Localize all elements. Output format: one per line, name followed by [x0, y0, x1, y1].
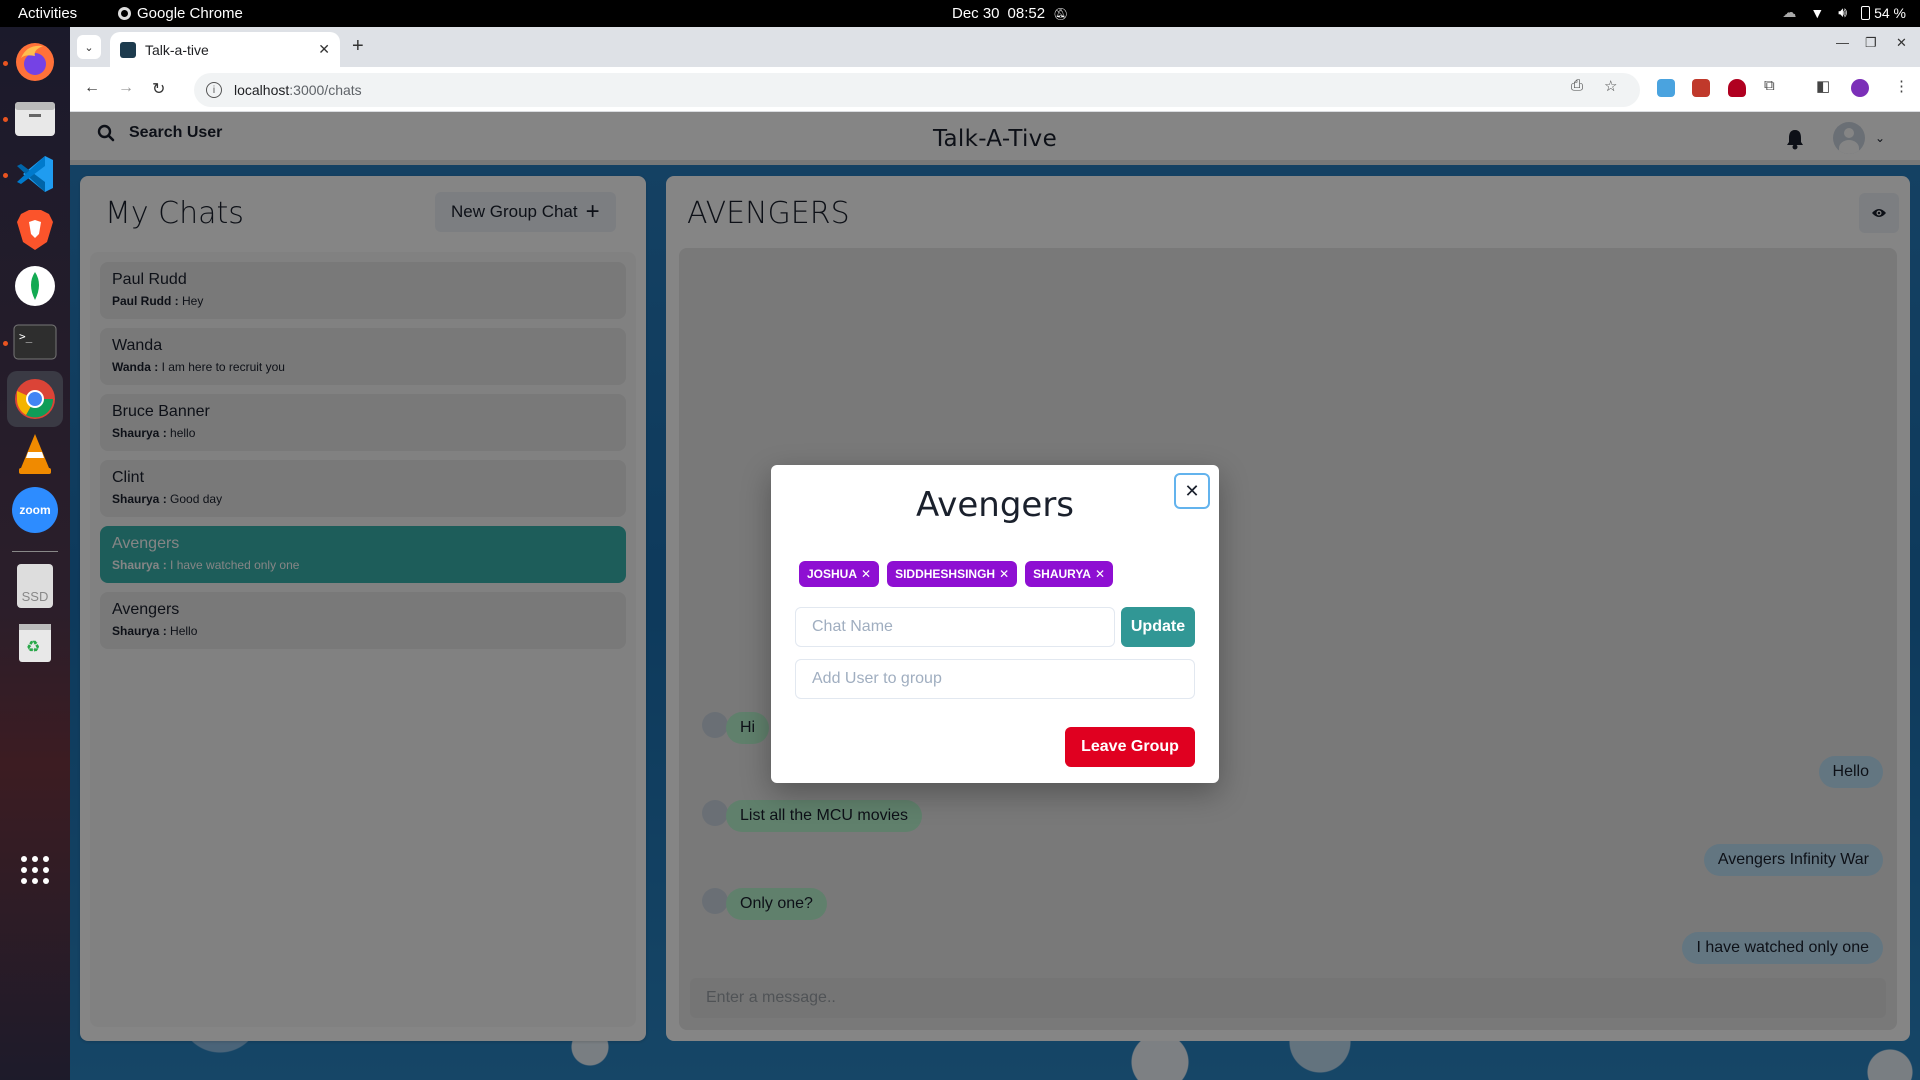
chrome-menu-icon[interactable]: ⋮: [1894, 77, 1909, 95]
forward-button[interactable]: →: [118, 79, 134, 97]
tab-title: Talk-a-tive: [145, 41, 209, 58]
update-button[interactable]: Update: [1121, 607, 1195, 647]
notifications-muted-icon: 🔕︎: [1053, 6, 1069, 21]
extension-2-icon[interactable]: [1692, 79, 1710, 97]
app-menu-label: Google Chrome: [137, 5, 243, 22]
zoom-icon[interactable]: zoom: [10, 485, 60, 535]
app-menu[interactable]: Google Chrome: [118, 5, 243, 22]
files-icon[interactable]: [10, 93, 60, 143]
chrome-icon[interactable]: [7, 371, 63, 427]
add-user-input[interactable]: [795, 659, 1195, 699]
vscode-icon[interactable]: [10, 149, 60, 199]
minimize-button[interactable]: —: [1836, 35, 1849, 50]
cloud-icon: ☁︎: [1782, 4, 1797, 20]
group-settings-modal: Avengers ✕ JOSHUA ✕ SIDDHESHSINGH ✕ SHAU…: [771, 465, 1219, 783]
clock[interactable]: Dec 30 08:52 🔕︎: [952, 5, 1068, 22]
bookmark-star-icon[interactable]: ☆: [1604, 77, 1617, 95]
member-badge: SIDDHESHSINGH ✕: [887, 561, 1018, 587]
battery-icon: [1861, 5, 1871, 20]
close-tab-icon[interactable]: ✕: [318, 41, 330, 58]
chevron-down-icon: ⌄: [84, 41, 94, 54]
close-icon: ✕: [1184, 480, 1200, 501]
running-indicator: [3, 173, 8, 178]
dock-separator: [12, 551, 58, 552]
ssd-drive-icon[interactable]: SSD: [10, 561, 60, 611]
wifi-icon: ▼: [1810, 4, 1825, 21]
zoom-label: zoom: [12, 487, 58, 533]
url-host: localhost: [234, 82, 290, 98]
modal-title: Avengers: [915, 485, 1075, 525]
volume-icon: 🔊︎: [1838, 4, 1848, 20]
battery-percent: 54 %: [1874, 4, 1906, 21]
member-badges: JOSHUA ✕ SIDDHESHSINGH ✕ SHAURYA ✕: [799, 561, 1114, 587]
web-page: Search User Talk-A-Tive ⌄ My Chats New G…: [70, 112, 1920, 1080]
member-name: SIDDHESHSINGH: [895, 567, 996, 581]
member-badge: SHAURYA ✕: [1025, 561, 1114, 587]
remove-member-icon[interactable]: ✕: [999, 567, 1009, 581]
browser-tab[interactable]: Talk-a-tive ✕: [110, 32, 340, 67]
favicon-icon: [120, 41, 136, 58]
battery-indicator: 54 %: [1861, 5, 1906, 21]
activities-button[interactable]: Activities: [18, 5, 77, 22]
side-panel-icon[interactable]: ◧: [1816, 77, 1830, 95]
remove-member-icon[interactable]: ✕: [861, 567, 871, 581]
clock-date: Dec 30: [952, 5, 1000, 22]
extension-1-icon[interactable]: [1657, 79, 1675, 97]
system-tray[interactable]: ☁︎ ▼ 🔊︎ 54 %: [1782, 4, 1906, 21]
tab-strip: ⌄ Talk-a-tive ✕ + — ❐ ✕: [70, 27, 1920, 67]
back-button[interactable]: ←: [84, 79, 100, 97]
running-indicator: [3, 117, 8, 122]
close-modal-button[interactable]: ✕: [1174, 473, 1210, 509]
firefox-icon[interactable]: [10, 37, 60, 87]
running-indicator: [3, 341, 8, 346]
profile-avatar-icon[interactable]: [1851, 79, 1869, 97]
running-indicator: [3, 61, 8, 66]
new-tab-button[interactable]: +: [352, 35, 364, 58]
member-name: SHAURYA: [1033, 567, 1091, 581]
chrome-small-icon: [118, 7, 131, 20]
member-name: JOSHUA: [807, 567, 858, 581]
leave-group-button[interactable]: Leave Group: [1065, 727, 1195, 767]
remove-member-icon[interactable]: ✕: [1095, 567, 1105, 581]
vlc-icon[interactable]: [10, 429, 60, 479]
browser-toolbar: ← → ↻ i localhost:3000/chats ⎙ ☆ ⧉ ◧ ⋮: [70, 67, 1920, 112]
maximize-button[interactable]: ❐: [1865, 35, 1877, 51]
ssd-label: SSD: [17, 564, 53, 608]
close-window-button[interactable]: ✕: [1896, 35, 1907, 51]
show-apps-grid-icon[interactable]: [10, 845, 60, 895]
svg-text:♻: ♻: [26, 639, 40, 656]
site-info-icon[interactable]: i: [206, 82, 222, 98]
system-top-bar: Activities Google Chrome Dec 30 08:52 🔕︎…: [0, 0, 1920, 27]
terminal-icon[interactable]: >_: [10, 317, 60, 367]
extension-shield-icon[interactable]: [1728, 79, 1746, 97]
brave-icon[interactable]: [10, 205, 60, 255]
mongodb-compass-icon[interactable]: [10, 261, 60, 311]
install-app-icon[interactable]: ⎙: [1571, 77, 1583, 94]
svg-text:>_: >_: [19, 330, 33, 343]
dock: >_ zoom SSD ♻: [0, 27, 70, 1080]
address-bar[interactable]: i localhost:3000/chats: [194, 73, 1640, 107]
clock-time: 08:52: [1007, 5, 1046, 22]
tab-search-button[interactable]: ⌄: [77, 35, 101, 59]
trash-icon[interactable]: ♻: [10, 617, 60, 667]
chat-name-input[interactable]: [795, 607, 1115, 647]
browser-window: ⌄ Talk-a-tive ✕ + — ❐ ✕ ← → ↻ i localhos…: [70, 27, 1920, 1080]
reload-button[interactable]: ↻: [152, 79, 165, 99]
extensions-puzzle-icon[interactable]: ⧉: [1764, 77, 1775, 94]
member-badge: JOSHUA ✕: [799, 561, 880, 587]
url-path: :3000/chats: [289, 82, 362, 98]
